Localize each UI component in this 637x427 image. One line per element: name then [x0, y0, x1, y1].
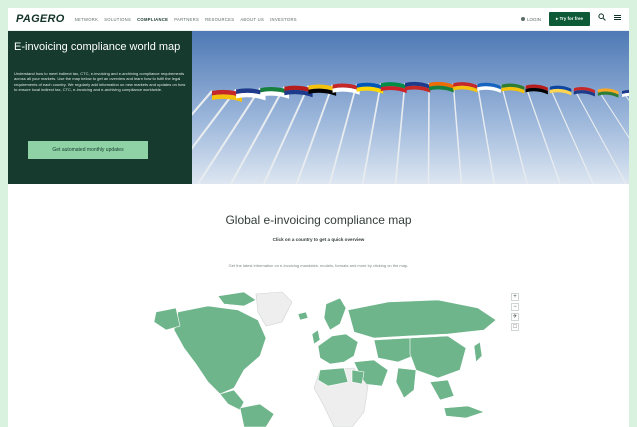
map-country-scandinavia — [323, 297, 347, 331]
map-subtitle: Click on a country to get a quick overvi… — [272, 237, 365, 242]
hero-banner: E-invoicing compliance world map Underst… — [8, 31, 629, 184]
nav-resources[interactable]: RESOURCES — [205, 17, 234, 22]
monthly-updates-button[interactable]: Get automated monthly updates — [28, 141, 148, 159]
zoom-in-icon[interactable]: + — [511, 293, 519, 301]
main-nav: NETWORK SOLUTIONS COMPLIANCE PARTNERS RE… — [75, 17, 297, 22]
menu-icon[interactable] — [614, 14, 621, 25]
hero-title: E-invoicing compliance world map — [14, 41, 181, 53]
nav-network[interactable]: NETWORK — [75, 17, 99, 22]
hero-text-panel: E-invoicing compliance world map Underst… — [8, 31, 192, 184]
zoom-out-icon[interactable]: − — [511, 303, 519, 311]
map-country-alaska — [153, 307, 181, 331]
nav-investors[interactable]: INVESTORS — [270, 17, 297, 22]
try-label: Try for free — [559, 16, 583, 21]
map-country-europe — [317, 333, 359, 365]
user-icon — [520, 17, 525, 21]
map-country-india — [395, 367, 417, 399]
map-country-greenland — [255, 291, 293, 327]
nav-compliance[interactable]: COMPLIANCE — [137, 17, 168, 22]
nav-partners[interactable]: PARTNERS — [174, 17, 199, 22]
map-title: Global e-invoicing compliance map — [225, 213, 412, 227]
world-compliance-map[interactable] — [148, 290, 508, 427]
map-country-canada-islands — [217, 291, 257, 307]
login-link[interactable]: LOGIN — [520, 16, 541, 22]
map-country-southeast-asia — [429, 379, 455, 401]
map-controls: + − ✈ □ — [511, 293, 519, 331]
hero-description: Understand how to meet indirect tax, CTC… — [14, 71, 186, 93]
nav-solutions[interactable]: SOLUTIONS — [104, 17, 131, 22]
map-country-japan — [473, 341, 483, 363]
fullscreen-icon[interactable]: □ — [511, 323, 519, 331]
top-navigation: PAGERO NETWORK SOLUTIONS COMPLIANCE PART… — [8, 8, 629, 31]
locate-icon[interactable]: ✈ — [511, 313, 519, 321]
map-country-iceland — [297, 311, 309, 321]
page: PAGERO NETWORK SOLUTIONS COMPLIANCE PART… — [8, 8, 629, 427]
map-country-egypt — [351, 369, 365, 385]
map-country-north-america — [173, 305, 267, 395]
map-country-china — [409, 335, 467, 379]
map-country-indonesia — [443, 405, 485, 419]
search-icon[interactable] — [598, 13, 606, 25]
login-label: LOGIN — [526, 16, 541, 22]
try-for-free-button[interactable]: ▸ Try for free — [548, 12, 590, 26]
pagero-logo[interactable]: PAGERO — [16, 13, 65, 25]
map-country-south-america — [239, 403, 275, 427]
map-description: Get the latest information on e-invoicin… — [228, 263, 409, 268]
header-actions: LOGIN ▸ Try for free — [520, 12, 621, 26]
map-country-russia — [347, 299, 497, 339]
map-country-uk — [311, 329, 321, 345]
map-country-central-america — [219, 389, 245, 411]
nav-about-us[interactable]: ABOUT US — [240, 17, 264, 22]
flags-photo — [192, 31, 629, 184]
